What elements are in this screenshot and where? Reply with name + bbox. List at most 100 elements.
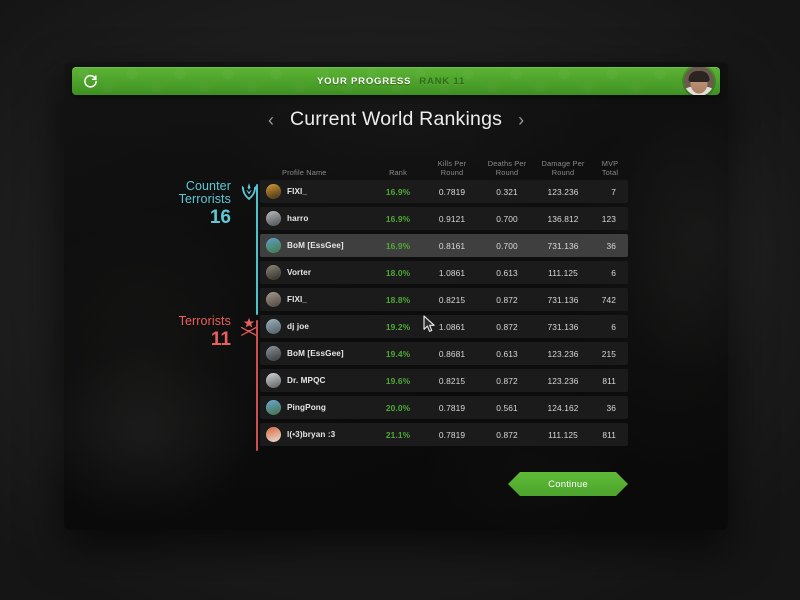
cell-rank: 18.8% [385, 294, 411, 305]
player-name: PingPong [287, 403, 327, 412]
table-rows-container: FIXI_ 16.9% 0.7819 0.321 123.236 7 harro 16.9% 0… [260, 180, 628, 446]
cell-profile-name: BoM [EssGee] [260, 238, 372, 253]
column-header-dpr-line1: Deaths Per [487, 159, 527, 168]
cell-profile-name: PingPong [260, 400, 372, 415]
team-panel-terrorists: Terrorists 11 [132, 315, 260, 350]
column-header-damage-per-round: Damage Per Round [534, 159, 592, 177]
cell-profile-name: FIXI_ [260, 184, 372, 199]
player-name: FIXI_ [287, 187, 308, 196]
player-avatar [266, 292, 281, 307]
desktop-background: YOUR PROGRESS RANK 11 ‹ Current World Ra… [0, 0, 800, 600]
cell-kills-per-round: 1.0861 [438, 321, 466, 332]
table-row[interactable]: l(•3)bryan :3 21.1% 0.7819 0.872 111.125 811 [260, 423, 628, 446]
cell-rank: 19.2% [385, 321, 411, 332]
player-avatar [266, 238, 281, 253]
team-ct-score: 16 [209, 207, 231, 228]
table-header-row: Profile Name Rank Kills Per Round Deaths… [260, 150, 628, 180]
player-name: dj joe [287, 322, 309, 331]
table-row[interactable]: FIXI_ 16.9% 0.7819 0.321 123.236 7 [260, 180, 628, 203]
cell-damage-per-round: 123.236 [547, 348, 579, 359]
cell-deaths-per-round: 0.700 [496, 213, 518, 224]
column-header-dmg-line2: Round [551, 168, 575, 177]
player-avatar [266, 265, 281, 280]
player-name: harro [287, 214, 309, 223]
cell-kills-per-round: 0.8215 [438, 294, 466, 305]
cell-kills-per-round: 0.8161 [438, 240, 466, 251]
cell-deaths-per-round: 0.321 [496, 186, 518, 197]
column-header-kpr-line1: Kills Per [437, 159, 467, 168]
cell-profile-name: dj joe [260, 319, 372, 334]
player-avatar [266, 427, 281, 442]
cell-kills-per-round: 0.7819 [438, 429, 466, 440]
cell-deaths-per-round: 0.872 [496, 429, 518, 440]
cell-rank: 16.9% [385, 240, 411, 251]
cell-deaths-per-round: 0.872 [496, 321, 518, 332]
player-name: BoM [EssGee] [287, 349, 344, 358]
player-name: Vorter [287, 268, 312, 277]
team-t-name-line1: Terrorists [178, 314, 231, 328]
column-header-dmg-line1: Damage Per [541, 159, 585, 168]
column-header-profile-name: Profile Name [282, 168, 327, 177]
rankings-table: Profile Name Rank Kills Per Round Deaths… [260, 150, 628, 450]
team-t-score: 11 [210, 329, 231, 350]
team-panel-counter-terrorists: Counter Terrorists 16 [132, 180, 260, 228]
table-row[interactable]: dj joe 19.2% 1.0861 0.872 731.136 6 [260, 315, 628, 338]
cell-damage-per-round: 123.236 [547, 186, 579, 197]
cell-profile-name: BoM [EssGee] [260, 346, 372, 361]
team-ct-text: Counter Terrorists 16 [178, 180, 231, 229]
team-t-text: Terrorists 11 [178, 314, 231, 351]
cell-rank: 16.9% [385, 186, 411, 197]
table-row[interactable]: Dr. MPQC 19.6% 0.8215 0.872 123.236 811 [260, 369, 628, 392]
cell-mvp-total: 7 [611, 186, 616, 197]
cell-damage-per-round: 123.236 [547, 375, 579, 386]
cell-profile-name: l(•3)bryan :3 [260, 427, 372, 442]
cell-kills-per-round: 0.7819 [438, 186, 466, 197]
player-name: FIXI_ [287, 295, 308, 304]
cell-kills-per-round: 0.7819 [438, 402, 466, 413]
cell-damage-per-round: 111.125 [548, 267, 578, 278]
cell-deaths-per-round: 0.872 [496, 294, 518, 305]
cell-mvp-total: 36 [606, 240, 616, 251]
player-name: Dr. MPQC [287, 376, 326, 385]
cell-mvp-total: 811 [602, 429, 616, 440]
cell-deaths-per-round: 0.872 [496, 375, 518, 386]
cell-damage-per-round: 731.136 [547, 321, 579, 332]
player-avatar [266, 373, 281, 388]
column-header-kpr-line2: Round [440, 168, 464, 177]
cell-rank: 19.4% [385, 348, 411, 359]
cell-rank: 18.0% [385, 267, 411, 278]
cell-kills-per-round: 0.9121 [438, 213, 466, 224]
table-row[interactable]: harro 16.9% 0.9121 0.700 136.812 123 [260, 207, 628, 230]
scoreboard: Counter Terrorists 16 Terrorists 11 Prof… [64, 62, 728, 530]
continue-button[interactable]: Continue [508, 472, 628, 496]
cell-damage-per-round: 111.125 [548, 429, 578, 440]
cell-deaths-per-round: 0.613 [496, 267, 518, 278]
player-avatar [266, 211, 281, 226]
cell-profile-name: Vorter [260, 265, 372, 280]
cell-rank: 19.6% [385, 375, 411, 386]
cell-deaths-per-round: 0.700 [496, 240, 518, 251]
continue-button-label: Continue [548, 478, 588, 490]
cell-damage-per-round: 731.136 [547, 294, 579, 305]
team-rail-counter-terrorists [256, 184, 258, 315]
player-avatar [266, 400, 281, 415]
table-row[interactable]: BoM [EssGee] 16.9% 0.8161 0.700 731.136 36 [260, 234, 628, 257]
cell-rank: 16.9% [385, 213, 411, 224]
team-rail-terrorists [256, 320, 258, 451]
cell-kills-per-round: 1.0861 [438, 267, 466, 278]
cell-mvp-total: 811 [602, 375, 616, 386]
cell-rank: 20.0% [385, 402, 411, 413]
team-ct-name-line2: Terrorists [178, 192, 231, 206]
cell-damage-per-round: 136.812 [547, 213, 579, 224]
player-avatar [266, 346, 281, 361]
table-row[interactable]: PingPong 20.0% 0.7819 0.561 124.162 36 [260, 396, 628, 419]
cell-damage-per-round: 124.162 [547, 402, 579, 413]
table-row[interactable]: BoM [EssGee] 19.4% 0.8681 0.613 123.236 215 [260, 342, 628, 365]
cell-mvp-total: 123 [601, 213, 616, 224]
column-header-rank: Rank [389, 168, 407, 177]
cell-mvp-total: 742 [601, 294, 616, 305]
cell-rank: 21.1% [385, 429, 411, 440]
table-row[interactable]: Vorter 18.0% 1.0861 0.613 111.125 6 [260, 261, 628, 284]
column-header-mvp-line2: Total [601, 168, 619, 177]
table-row[interactable]: FIXI_ 18.8% 0.8215 0.872 731.136 742 [260, 288, 628, 311]
